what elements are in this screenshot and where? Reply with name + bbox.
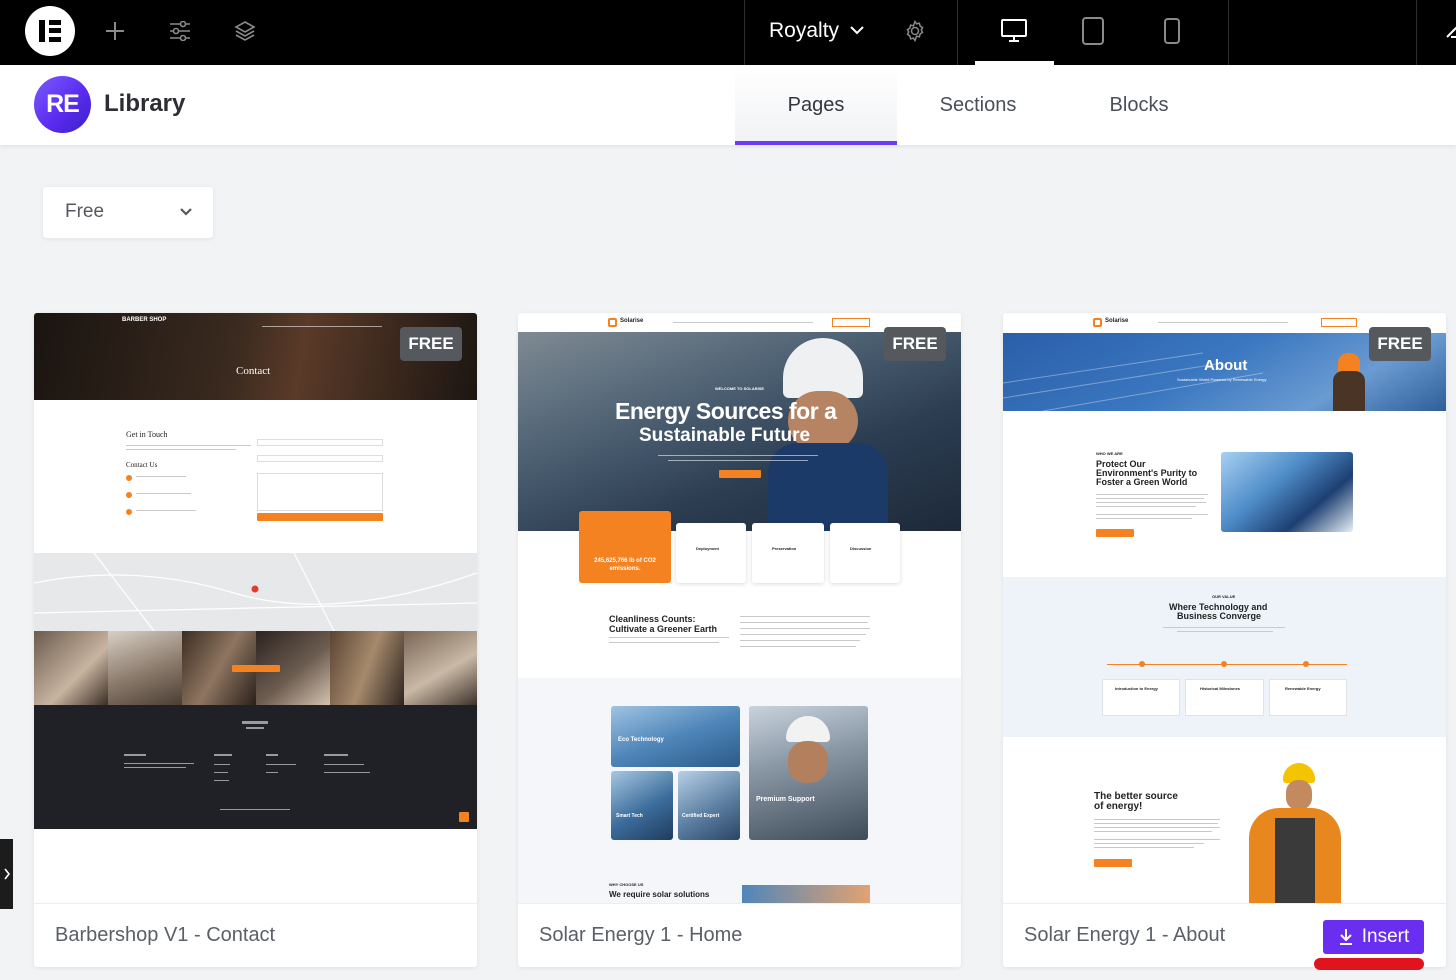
template-preview[interactable]: BARBER SHOP Contact Get in Touch Contact… [34,313,477,903]
template-title: Solar Energy 1 - About [1024,924,1226,946]
insert-button[interactable]: Insert [1323,920,1424,954]
library-header: RE Library Pages Sections Blocks [0,65,1456,145]
thumb-timeline-item: Introduction to Energy [1115,686,1158,691]
template-title: Barbershop V1 - Contact [55,924,276,946]
chevron-down-icon[interactable] [848,20,866,45]
thumb-timeline-item: Historical Milestones [1200,686,1241,691]
thumb-hero-title: About [1204,357,1248,374]
thumb-card-label: Certified Expert [682,813,720,819]
thumb-stat: 245,625,766 lb of CO2 emissions. [594,558,656,572]
library-title: Library [104,90,186,117]
thumb-brand: Solarise [620,318,644,324]
chevron-down-icon [179,205,193,224]
tab-pages[interactable]: Pages [735,65,897,145]
thumb-heading: We require solar solutions [609,890,710,899]
thumb-eyebrow: WELCOME TO SOLARISE [715,386,765,391]
thumb-subheading: Contact Us [126,461,158,469]
thumb-brand: BARBER SHOP [122,317,167,323]
chevron-right-icon [3,868,10,880]
thumb-heading: Get in Touch [126,430,168,439]
template-card-solar-about[interactable]: Solarise About Sustainable World Powered… [1003,313,1446,967]
thumb-eyebrow: OUR VALUE [1212,594,1236,599]
tablet-icon[interactable] [1076,14,1110,48]
responsive-mode-icon[interactable] [1436,14,1456,48]
thumb-hero-title-2: Sustainable Future [639,425,811,446]
thumb-feature: Preservation [772,546,797,551]
tab-sections[interactable]: Sections [897,65,1059,145]
thumb-feature: Discussion [850,546,872,551]
gear-icon[interactable] [898,14,932,48]
thumb-heading-3: Foster a Green World [1096,477,1188,487]
thumb-heading-2: of energy! [1094,801,1143,812]
site-name[interactable]: Royalty [769,19,839,43]
thumb-heading: Cleanliness Counts: [609,614,696,624]
free-badge: FREE [884,327,946,361]
thumb-feature: Deployment [696,546,719,551]
elementor-logo-icon[interactable] [25,6,75,56]
card-footer: Barbershop V1 - Contact [34,903,477,967]
thumb-brand: Solarise [1105,318,1129,324]
thumb-card-label: Eco Technology [618,737,664,743]
mobile-icon[interactable] [1155,14,1189,48]
template-preview[interactable]: Solarise About Sustainable World Powered… [1003,313,1446,903]
desktop-icon[interactable] [997,14,1031,48]
thumb-timeline-item: Renewable Energy [1285,686,1321,691]
insert-button-label: Insert [1361,926,1410,947]
add-icon[interactable] [98,14,132,48]
panel-toggle-handle[interactable] [0,839,13,909]
template-card-solar-home[interactable]: Solarise WELCOME TO SOLARISE Energy Sour… [518,313,961,967]
download-icon [1339,929,1352,945]
thumb-hero-title: Energy Sources for a [615,398,837,424]
template-card-barbershop-contact[interactable]: BARBER SHOP Contact Get in Touch Contact… [34,313,477,967]
card-footer: Solar Energy 1 - Home [518,903,961,967]
template-preview[interactable]: Solarise WELCOME TO SOLARISE Energy Sour… [518,313,961,903]
settings-sliders-icon[interactable] [163,14,197,48]
tab-blocks[interactable]: Blocks [1058,65,1220,145]
highlight-underline [1314,958,1424,970]
filter-selected-value: Free [65,201,105,222]
thumb-eyebrow: WHO WE ARE [1096,451,1123,456]
thumb-heading-2: Cultivate a Greener Earth [609,624,718,634]
thumb-card-label: Premium Support [756,796,815,803]
thumb-eyebrow: WHY CHOOSE US [609,882,644,887]
layers-icon[interactable] [228,14,262,48]
free-badge: FREE [1369,327,1431,361]
free-badge: FREE [400,327,462,361]
thumb-hero-title: Contact [236,365,271,377]
template-title: Solar Energy 1 - Home [539,924,743,946]
thumb-heading-2: Business Converge [1177,611,1262,621]
royal-elementor-logo: RE [34,76,91,133]
editor-top-bar: Royalty [0,0,1456,65]
price-filter-select[interactable]: Free [43,187,213,238]
thumb-card-label: Smart Tech [616,813,643,819]
thumb-hero-sub: Sustainable World Powered by Renewable E… [1177,377,1267,382]
